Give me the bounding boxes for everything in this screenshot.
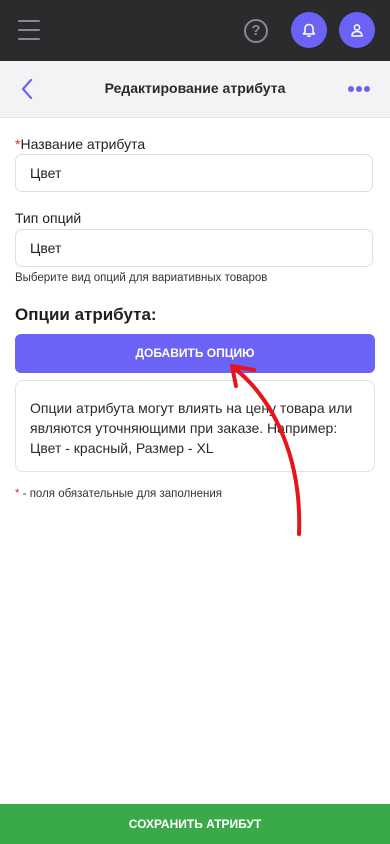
user-icon [351, 24, 363, 37]
option-type-select[interactable]: Цвет [15, 229, 373, 267]
attribute-name-input[interactable]: Цвет [15, 154, 373, 192]
option-type-hint: Выберите вид опций для вариативных товар… [15, 272, 268, 284]
option-type-label: Тип опций [15, 210, 82, 226]
required-fields-note: * - поля обязательные для заполнения [15, 488, 222, 500]
required-note-text: - поля обязательные для заполнения [19, 488, 222, 500]
question-circle-icon[interactable]: ? [244, 19, 268, 43]
attribute-name-label: *Название атрибута [15, 136, 145, 152]
options-info-box: Опции атрибута могут влиять на цену това… [15, 380, 375, 472]
save-attribute-button[interactable]: СОХРАНИТЬ АТРИБУТ [0, 804, 390, 844]
more-dots-icon[interactable] [348, 86, 370, 92]
attribute-name-label-text: Название атрибута [20, 136, 146, 152]
bell-icon [302, 23, 316, 37]
add-option-button[interactable]: ДОБАВИТЬ ОПЦИЮ [15, 334, 375, 373]
top-bar: ? [0, 0, 390, 61]
hamburger-menu-icon[interactable] [18, 20, 40, 40]
notifications-button[interactable] [291, 12, 327, 48]
page-header: Редактирование атрибута [0, 61, 390, 118]
options-section-title: Опции атрибута: [15, 305, 157, 324]
profile-button[interactable] [339, 12, 375, 48]
page-title: Редактирование атрибута [104, 80, 286, 96]
